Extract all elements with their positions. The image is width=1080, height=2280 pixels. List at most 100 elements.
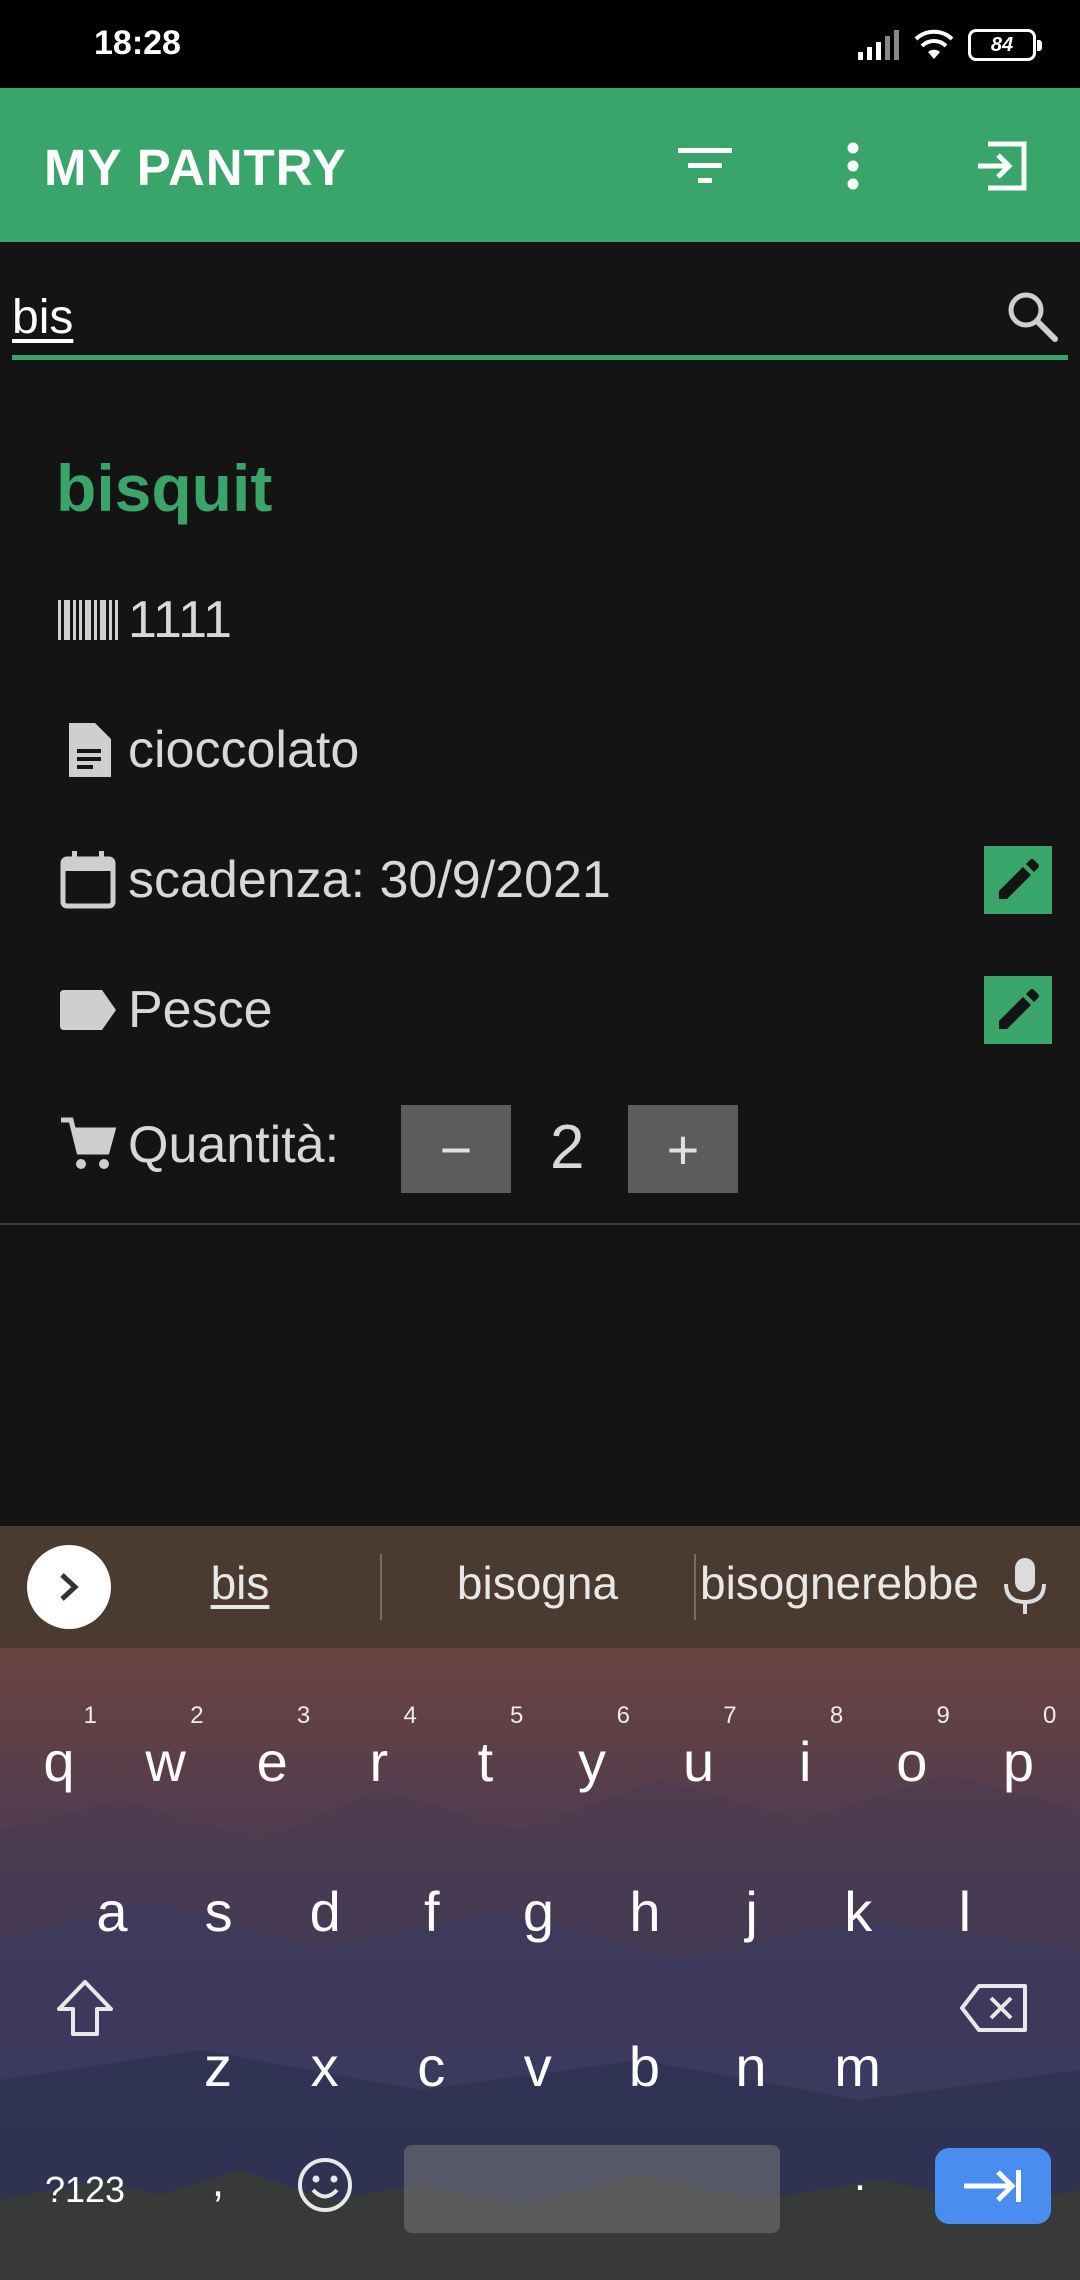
key-e[interactable]: e3 — [222, 1702, 322, 1816]
backspace-key[interactable] — [944, 1958, 1044, 2058]
key-h[interactable]: h — [595, 1856, 695, 1966]
category-value: Pesce — [128, 981, 273, 1039]
key-number-hint: 2 — [190, 1702, 204, 1729]
key-number-hint: 0 — [1043, 1702, 1057, 1729]
key-s[interactable]: s — [169, 1856, 269, 1966]
status-time: 18:28 — [94, 24, 181, 62]
battery-icon: 84 — [968, 29, 1042, 61]
key-q[interactable]: q1 — [9, 1702, 109, 1816]
signal-icon — [858, 30, 899, 60]
backspace-icon — [960, 1984, 1027, 2032]
key-m[interactable]: m — [808, 2011, 908, 2121]
key-b[interactable]: b — [594, 2011, 694, 2121]
key-number-hint: 9 — [936, 1702, 950, 1729]
edit-category-button[interactable] — [984, 976, 1052, 1044]
key-letter: r — [369, 1729, 389, 1793]
increase-quantity-button[interactable]: + — [628, 1105, 738, 1193]
key-letter: q — [43, 1729, 75, 1793]
key-letter: y — [578, 1729, 606, 1793]
quantity-row: Quantità: — [56, 1105, 339, 1185]
key-o[interactable]: o9 — [862, 1702, 962, 1816]
edit-expiry-button[interactable] — [984, 846, 1052, 914]
key-u[interactable]: u7 — [649, 1702, 749, 1816]
key-y[interactable]: y6 — [542, 1702, 642, 1816]
cart-icon — [56, 1113, 120, 1177]
key-j[interactable]: j — [702, 1856, 802, 1966]
microphone-icon[interactable] — [1000, 1556, 1050, 1616]
key-a[interactable]: a — [62, 1856, 162, 1966]
product-card[interactable]: bisquit 1111 cioccolato scadenza: 30/9/2… — [0, 400, 1080, 1225]
key-letter: e — [256, 1729, 288, 1793]
key-number-hint: 5 — [510, 1702, 524, 1729]
expiry-value: scadenza: 30/9/2021 — [128, 851, 611, 909]
key-number-hint: 4 — [403, 1702, 417, 1729]
status-bar: 18:28 84 — [0, 0, 1080, 88]
key-l[interactable]: l — [915, 1856, 1015, 1966]
key-number-hint: 8 — [829, 1702, 844, 1729]
description-value: cioccolato — [128, 721, 360, 779]
barcode-row: 1111 — [56, 580, 232, 660]
search-icon[interactable] — [1002, 286, 1062, 346]
key-number-hint: 6 — [616, 1702, 630, 1729]
key-f[interactable]: f — [382, 1856, 482, 1966]
key-k[interactable]: k — [808, 1856, 908, 1966]
key-g[interactable]: g — [488, 1856, 588, 1966]
suggestion-bar: bis bisogna bisognerebbe — [0, 1526, 1080, 1648]
logout-icon[interactable] — [967, 131, 1037, 201]
quantity-value: 2 — [550, 1113, 585, 1182]
suggestion-2[interactable]: bisogna — [400, 1556, 675, 1610]
calendar-icon — [56, 848, 120, 912]
chevron-right-icon — [60, 1573, 79, 1601]
emoji-icon — [298, 2158, 352, 2212]
more-vert-icon[interactable] — [818, 131, 888, 201]
shift-icon — [57, 1980, 113, 2036]
next-key[interactable] — [935, 2148, 1051, 2224]
search-input[interactable]: bis — [12, 290, 73, 345]
app-bar: MY PANTRY — [0, 88, 1080, 242]
key-z[interactable]: z — [168, 2011, 268, 2121]
key-letter: p — [1002, 1729, 1034, 1793]
emoji-key[interactable] — [280, 2140, 370, 2230]
symbols-key[interactable]: ?123 — [20, 2146, 150, 2234]
key-number-hint: 1 — [83, 1702, 97, 1729]
key-d[interactable]: d — [275, 1856, 375, 1966]
key-c[interactable]: c — [381, 2011, 481, 2121]
space-key[interactable] — [404, 2145, 780, 2233]
suggestion-3[interactable]: bisognerebbe — [700, 1556, 979, 1610]
key-v[interactable]: v — [488, 2011, 588, 2121]
edit-icon — [999, 859, 1039, 899]
label-icon — [56, 978, 120, 1042]
minus-icon: − — [439, 1117, 473, 1181]
suggestion-1[interactable]: bis — [140, 1556, 340, 1610]
status-icons: 84 — [858, 22, 1042, 68]
expiry-row: scadenza: 30/9/2021 — [56, 840, 611, 920]
key-letter: u — [683, 1729, 715, 1793]
key-t[interactable]: t5 — [435, 1702, 535, 1816]
document-icon — [56, 718, 120, 782]
category-row: Pesce — [56, 970, 273, 1050]
suggestion-divider — [694, 1554, 696, 1620]
battery-level: 84 — [990, 33, 1014, 56]
comma-key[interactable]: , — [178, 2138, 258, 2226]
period-key[interactable]: . — [820, 2132, 900, 2220]
key-w[interactable]: w2 — [116, 1702, 216, 1816]
barcode-value: 1111 — [128, 591, 233, 649]
search-field[interactable]: bis — [12, 272, 1068, 360]
expand-toolbar-button[interactable] — [27, 1545, 111, 1629]
tab-next-icon — [964, 2170, 1021, 2202]
suggestion-divider — [380, 1554, 382, 1620]
key-letter: o — [896, 1729, 928, 1793]
key-letter: w — [145, 1729, 186, 1793]
key-p[interactable]: p0 — [968, 1702, 1068, 1816]
wifi-icon — [914, 29, 954, 59]
decrease-quantity-button[interactable]: − — [401, 1105, 511, 1193]
key-x[interactable]: x — [275, 2011, 375, 2121]
key-i[interactable]: i8 — [755, 1702, 855, 1816]
filter-icon[interactable] — [670, 131, 740, 201]
key-n[interactable]: n — [701, 2011, 801, 2121]
key-number-hint: 3 — [296, 1702, 311, 1729]
product-name: bisquit — [56, 451, 273, 525]
key-number-hint: 7 — [723, 1702, 737, 1729]
key-r[interactable]: r4 — [329, 1702, 429, 1816]
shift-key[interactable] — [35, 1958, 135, 2058]
